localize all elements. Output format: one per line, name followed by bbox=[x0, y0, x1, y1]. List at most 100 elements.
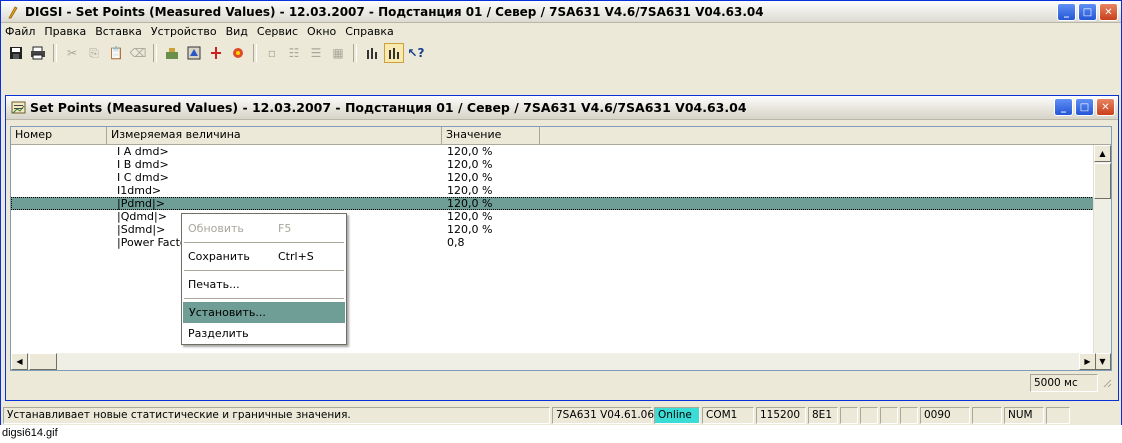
menu-file[interactable]: Файл bbox=[5, 25, 35, 38]
status-pane-empty bbox=[860, 407, 878, 424]
table-row[interactable]: |Qdmd|> 120,0 % bbox=[11, 210, 1096, 223]
minimize-icon: _ bbox=[1064, 6, 1069, 18]
table-row[interactable]: |Sdmd|> 120,0 % bbox=[11, 223, 1096, 236]
status-baud: 115200 bbox=[756, 407, 806, 424]
scroll-left-button[interactable]: ◀ bbox=[11, 353, 28, 370]
child-maximize-button[interactable]: □ bbox=[1075, 98, 1094, 116]
context-menu-label: Сохранить bbox=[188, 250, 250, 263]
device-icon[interactable] bbox=[162, 43, 182, 63]
print-icon[interactable] bbox=[28, 43, 48, 63]
transfer-icon[interactable] bbox=[228, 43, 248, 63]
properties-icon[interactable] bbox=[184, 43, 204, 63]
chart-active-icon[interactable] bbox=[384, 43, 404, 63]
delete-icon[interactable]: ⌫ bbox=[128, 43, 148, 63]
menu-insert[interactable]: Вставка bbox=[95, 25, 142, 38]
toolbar: ✂ ⎘ 📋 ⌫ ▫ ☷ ☰ ▦ ↖? bbox=[3, 41, 1119, 65]
cell-quantity: |Pdmd|> bbox=[117, 197, 165, 210]
table-row[interactable]: |Power Facto 0,8 bbox=[11, 236, 1096, 249]
table-row[interactable]: I C dmd> 120,0 % bbox=[11, 171, 1096, 184]
menu-tools[interactable]: Сервис bbox=[257, 25, 298, 38]
context-menu: Обновить F5 Сохранить Ctrl+S Печать... Устано… bbox=[181, 213, 347, 345]
window-title: DIGSI - Set Points (Measured Values) - 1… bbox=[25, 4, 764, 19]
toolbar-separator bbox=[253, 44, 257, 62]
cell-value: 120,0 % bbox=[447, 171, 493, 184]
menu-separator bbox=[184, 298, 344, 299]
update-icon[interactable] bbox=[206, 43, 226, 63]
paste-icon[interactable]: 📋 bbox=[106, 43, 126, 63]
maximize-button[interactable]: □ bbox=[1078, 3, 1097, 21]
vertical-scrollbar[interactable]: ▲ ▼ bbox=[1093, 145, 1111, 370]
list-small-icon[interactable]: ▫ bbox=[262, 43, 282, 63]
hscroll-thumb[interactable] bbox=[29, 353, 57, 370]
copy-icon[interactable]: ⎘ bbox=[84, 43, 104, 63]
table-row[interactable]: I1dmd> 120,0 % bbox=[11, 184, 1096, 197]
context-menu-item[interactable]: Сохранить Ctrl+S bbox=[182, 246, 346, 267]
column-header-quantity[interactable]: Измеряемая величина bbox=[107, 127, 442, 144]
column-header-value[interactable]: Значение bbox=[442, 127, 540, 144]
list-icon[interactable]: ☷ bbox=[284, 43, 304, 63]
table-row[interactable]: |Pdmd|> 120,0 % bbox=[11, 197, 1096, 210]
child-close-button[interactable]: ✕ bbox=[1096, 98, 1115, 116]
save-icon[interactable] bbox=[6, 43, 26, 63]
menu-help[interactable]: Справка bbox=[345, 25, 393, 38]
close-icon: ✕ bbox=[1104, 6, 1113, 18]
toolbar-separator bbox=[153, 44, 157, 62]
context-menu-item[interactable]: Установить... bbox=[183, 302, 345, 323]
scroll-down-button[interactable]: ▼ bbox=[1094, 353, 1111, 370]
scroll-right-button[interactable]: ▶ bbox=[1079, 353, 1096, 370]
close-icon: ✕ bbox=[1101, 101, 1110, 113]
context-menu-item[interactable]: Разделить bbox=[182, 323, 346, 344]
chart-icon[interactable] bbox=[362, 43, 382, 63]
cell-value: 120,0 % bbox=[447, 197, 493, 210]
cell-quantity: I1dmd> bbox=[117, 184, 162, 197]
resize-grip-icon[interactable] bbox=[1098, 374, 1112, 392]
cell-value: 120,0 % bbox=[447, 210, 493, 223]
menu-bar: Файл Правка Вставка Устройство Вид Серви… bbox=[1, 23, 1121, 40]
scroll-up-button[interactable]: ▲ bbox=[1094, 145, 1111, 162]
cell-value: 120,0 % bbox=[447, 184, 493, 197]
menu-view[interactable]: Вид bbox=[226, 25, 248, 38]
minimize-icon: _ bbox=[1061, 101, 1066, 113]
menu-device[interactable]: Устройство bbox=[151, 25, 217, 38]
measured-values-list[interactable]: Номер Измеряемая величина Значение I A d… bbox=[10, 126, 1112, 371]
menu-window[interactable]: Окно bbox=[307, 25, 336, 38]
details-icon[interactable]: ☰ bbox=[306, 43, 326, 63]
menu-separator bbox=[184, 242, 344, 243]
status-online: Online bbox=[654, 407, 700, 424]
status-pane-empty bbox=[1046, 407, 1070, 424]
column-header-number[interactable]: Номер bbox=[11, 127, 107, 144]
status-message: Устанавливает новые статистические и гра… bbox=[3, 407, 550, 424]
list-rows: I A dmd> 120,0 % I B dmd> 120,0 % I C dmd> 12… bbox=[11, 145, 1096, 249]
main-title-bar[interactable]: DIGSI - Set Points (Measured Values) - 1… bbox=[1, 1, 1121, 23]
cut-icon[interactable]: ✂ bbox=[62, 43, 82, 63]
minimize-button[interactable]: _ bbox=[1057, 3, 1076, 21]
status-bar: Устанавливает новые статистические и гра… bbox=[1, 406, 1121, 425]
status-port: COM1 bbox=[702, 407, 754, 424]
status-pane-empty bbox=[840, 407, 858, 424]
list-header: Номер Измеряемая величина Значение bbox=[11, 127, 1111, 145]
menu-separator bbox=[184, 270, 344, 271]
help-cursor-icon[interactable]: ↖? bbox=[406, 43, 426, 63]
context-menu-label: Обновить bbox=[188, 222, 244, 235]
status-num-lock: NUM bbox=[1004, 407, 1044, 424]
table-row[interactable]: I A dmd> 120,0 % bbox=[11, 145, 1096, 158]
digsi-app-icon bbox=[5, 4, 21, 20]
cell-quantity: |Sdmd|> bbox=[117, 223, 166, 236]
scroll-thumb[interactable] bbox=[1094, 163, 1111, 199]
child-minimize-button[interactable]: _ bbox=[1054, 98, 1073, 116]
child-window-title: Set Points (Measured Values) - 12.03.200… bbox=[30, 100, 747, 115]
cell-value: 120,0 % bbox=[447, 145, 493, 158]
context-menu-shortcut: Ctrl+S bbox=[278, 250, 314, 263]
context-menu-item[interactable]: Обновить F5 bbox=[182, 218, 346, 239]
close-button[interactable]: ✕ bbox=[1099, 3, 1118, 21]
table-row[interactable]: I B dmd> 120,0 % bbox=[11, 158, 1096, 171]
menu-edit[interactable]: Правка bbox=[44, 25, 86, 38]
arrow-right-icon: ▶ bbox=[1084, 357, 1091, 366]
grid-icon[interactable]: ▦ bbox=[328, 43, 348, 63]
child-title-bar[interactable]: Set Points (Measured Values) - 12.03.200… bbox=[6, 96, 1118, 120]
child-status-bar: 5000 мс bbox=[10, 374, 1112, 394]
context-menu-item[interactable]: Печать... bbox=[182, 274, 346, 295]
horizontal-scrollbar[interactable]: ◀ ▶ bbox=[11, 353, 1096, 370]
cell-value: 120,0 % bbox=[447, 223, 493, 236]
maximize-icon: □ bbox=[1079, 101, 1090, 113]
